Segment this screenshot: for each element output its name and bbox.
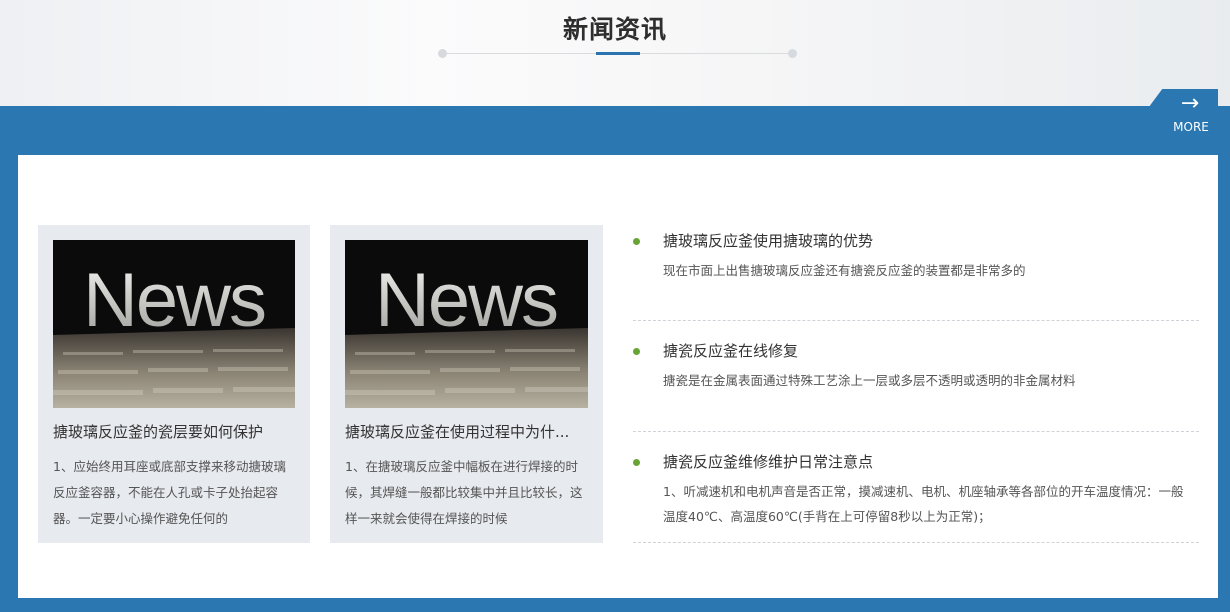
- news-item-desc: 现在市面上出售搪玻璃反应釜还有搪瓷反应釜的装置都是非常多的: [663, 263, 1026, 278]
- arrow-right-icon: →: [1180, 91, 1200, 116]
- section-title: 新闻资讯: [562, 15, 667, 44]
- featured-news-excerpt: 1、应始终用耳座或底部支撑来移动搪玻璃反应釜容器，不能在人孔或卡子处抬起容器。一…: [53, 459, 286, 526]
- bullet-dot-icon: [633, 459, 640, 466]
- news-item-desc: 1、听减速机和电机声音是否正常，摸减速机、电机、机座轴承等各部位的开车温度情况：…: [663, 484, 1184, 524]
- divider-dot-right: [788, 49, 797, 58]
- svg-text:News: News: [375, 258, 557, 343]
- title-accent-bar: [596, 52, 640, 55]
- bullet-dot-icon: [633, 348, 640, 355]
- news-divider: [633, 320, 1199, 321]
- news-item-desc: 搪瓷是在金属表面通过特殊工艺涂上一层或多层不透明或透明的非金属材料: [663, 373, 1076, 388]
- news-image-graphic: News: [53, 240, 295, 408]
- featured-news-title[interactable]: 搪玻璃反应釜的瓷层要如何保护: [53, 421, 295, 442]
- divider-dot-left: [438, 49, 447, 58]
- news-thumbnail[interactable]: News: [53, 240, 295, 408]
- news-divider: [633, 431, 1199, 432]
- more-label: MORE: [1173, 120, 1209, 134]
- news-item-title[interactable]: 搪瓷反应釜维修维护日常注意点: [663, 451, 873, 472]
- news-item-title[interactable]: 搪瓷反应釜在线修复: [663, 340, 798, 361]
- bullet-dot-icon: [633, 238, 640, 245]
- featured-news-card[interactable]: News 搪玻璃反应釜的瓷层要如何保护 1、应始终用耳座或底部支撑来移动搪玻璃反…: [38, 225, 310, 543]
- news-thumbnail[interactable]: News: [345, 240, 588, 408]
- svg-text:News: News: [83, 258, 265, 343]
- news-image-graphic: News: [345, 240, 588, 408]
- featured-news-excerpt: 1、在搪玻璃反应釜中幅板在进行焊接的时候，其焊缝一般都比较集中并且比较长，这样一…: [345, 459, 583, 526]
- featured-news-card[interactable]: News 搪玻璃反应釜在使用过程中为什... 1、在搪玻璃反应釜中幅板在进行焊接…: [330, 225, 603, 543]
- featured-news-title[interactable]: 搪玻璃反应釜在使用过程中为什...: [345, 421, 587, 442]
- news-item-title[interactable]: 搪玻璃反应釜使用搪玻璃的优势: [663, 230, 873, 251]
- more-button[interactable]: → MORE: [1150, 89, 1218, 144]
- news-divider: [633, 542, 1199, 543]
- news-panel: News 搪玻璃反应釜的瓷层要如何保护 1、应始终用耳座或底部支撑来移动搪玻璃反…: [18, 155, 1218, 598]
